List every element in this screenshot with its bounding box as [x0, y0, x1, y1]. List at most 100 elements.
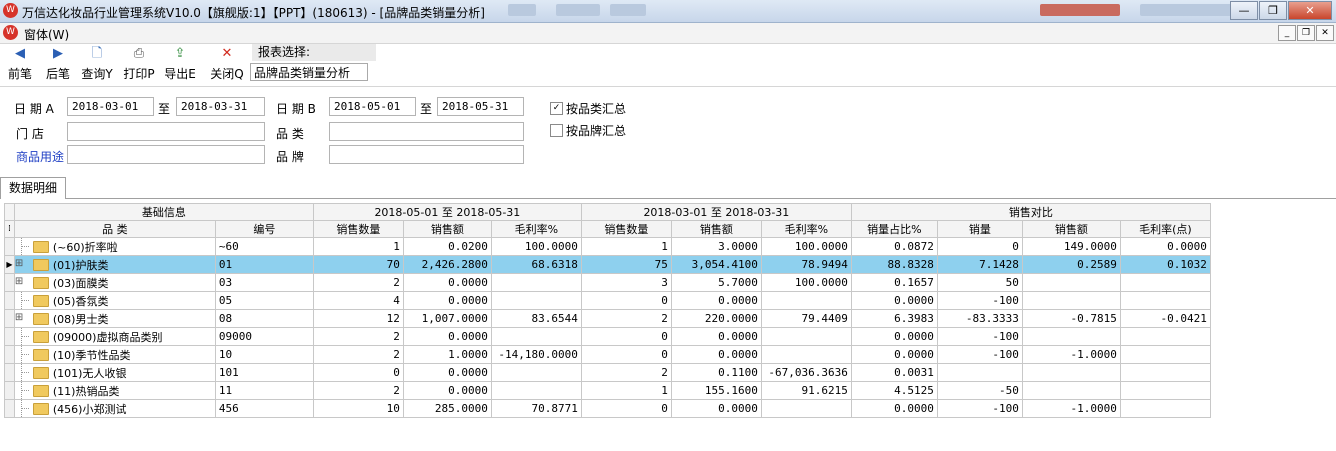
minimize-button[interactable]: —: [1230, 1, 1258, 20]
menu-window[interactable]: 窗体(W): [24, 26, 69, 43]
b-qty-cell[interactable]: 1: [312, 237, 404, 256]
col-header-b-margin[interactable]: 毛利率%: [490, 220, 582, 238]
col-header-qty-share[interactable]: 销量占比%: [850, 220, 938, 238]
diff-margin-cell[interactable]: [1119, 327, 1211, 346]
col-header-diff-qty[interactable]: 销量: [936, 220, 1023, 238]
mdi-minimize-button[interactable]: _: [1278, 25, 1296, 41]
diff-amount-cell[interactable]: [1021, 381, 1121, 400]
diff-margin-cell[interactable]: [1119, 273, 1211, 292]
expand-icon[interactable]: [15, 257, 27, 273]
row-indicator[interactable]: [4, 327, 15, 346]
prev-record-button[interactable]: ◀ 前笔: [0, 46, 40, 82]
qty-share-cell[interactable]: 0.0031: [850, 363, 938, 382]
diff-amount-cell[interactable]: -1.0000: [1021, 345, 1121, 364]
b-qty-cell[interactable]: 70: [312, 255, 404, 274]
b-margin-cell[interactable]: [490, 327, 582, 346]
col-header-code[interactable]: 编号: [214, 220, 314, 238]
diff-margin-cell[interactable]: 0.1032: [1119, 255, 1211, 274]
diff-amount-cell[interactable]: -0.7815: [1021, 309, 1121, 328]
qty-share-cell[interactable]: 0.0000: [850, 345, 938, 364]
b-qty-cell[interactable]: 2: [312, 381, 404, 400]
table-row[interactable]: (03)面膜类 0320.0000 35.7000100.00000.165750: [4, 273, 1211, 292]
export-button[interactable]: ⇪ 导出E: [160, 46, 200, 82]
a-margin-cell[interactable]: [760, 327, 852, 346]
mdi-restore-button[interactable]: ❐: [1297, 25, 1315, 41]
diff-margin-cell[interactable]: [1119, 363, 1211, 382]
b-amount-cell[interactable]: 0.0000: [402, 327, 492, 346]
a-qty-cell[interactable]: 1: [580, 381, 672, 400]
close-button[interactable]: ✕ 关闭Q: [207, 46, 247, 82]
category-cell[interactable]: (03)面膜类: [13, 273, 216, 292]
diff-qty-cell[interactable]: 0: [936, 237, 1023, 256]
diff-qty-cell[interactable]: -100: [936, 345, 1023, 364]
category-cell[interactable]: (05)香氛类: [13, 291, 216, 310]
a-amount-cell[interactable]: 0.0000: [670, 327, 762, 346]
qty-share-cell[interactable]: 0.0872: [850, 237, 938, 256]
b-margin-cell[interactable]: 100.0000: [490, 237, 582, 256]
diff-qty-cell[interactable]: -100: [936, 399, 1023, 418]
a-amount-cell[interactable]: 0.0000: [670, 291, 762, 310]
col-header-a-amount[interactable]: 销售额: [670, 220, 762, 238]
row-indicator[interactable]: [4, 381, 15, 400]
diff-qty-cell[interactable]: -100: [936, 291, 1023, 310]
diff-qty-cell[interactable]: [936, 363, 1023, 382]
col-header-diff-margin[interactable]: 毛利率(点): [1119, 220, 1211, 238]
a-margin-cell[interactable]: 100.0000: [760, 273, 852, 292]
b-amount-cell[interactable]: 0.0000: [402, 363, 492, 382]
mdi-close-button[interactable]: ✕: [1316, 25, 1334, 41]
print-button[interactable]: ⎙ 打印P: [119, 46, 159, 82]
b-amount-cell[interactable]: 285.0000: [402, 399, 492, 418]
a-qty-cell[interactable]: 3: [580, 273, 672, 292]
maximize-button[interactable]: ❐: [1259, 1, 1287, 20]
col-header-b-amount[interactable]: 销售额: [402, 220, 492, 238]
expand-icon[interactable]: [15, 311, 27, 327]
a-qty-cell[interactable]: 0: [580, 345, 672, 364]
row-indicator[interactable]: [4, 237, 15, 256]
report-select-input[interactable]: 品牌品类销量分析: [250, 63, 368, 81]
row-indicator[interactable]: [4, 363, 15, 382]
category-cell[interactable]: (01)护肤类: [13, 255, 216, 274]
store-input[interactable]: [67, 122, 265, 141]
diff-amount-cell[interactable]: [1021, 273, 1121, 292]
a-margin-cell[interactable]: -67,036.3636: [760, 363, 852, 382]
date-a-to-input[interactable]: 2018-03-31: [176, 97, 265, 116]
code-cell[interactable]: 05: [214, 291, 314, 310]
next-record-button[interactable]: ▶ 后笔: [38, 46, 78, 82]
b-amount-cell[interactable]: 2,426.2800: [402, 255, 492, 274]
a-qty-cell[interactable]: 2: [580, 309, 672, 328]
b-qty-cell[interactable]: 2: [312, 273, 404, 292]
qty-share-cell[interactable]: 6.3983: [850, 309, 938, 328]
query-button[interactable]: 🗋 查询Y: [77, 46, 117, 82]
a-margin-cell[interactable]: 79.4409: [760, 309, 852, 328]
diff-amount-cell[interactable]: [1021, 363, 1121, 382]
row-indicator[interactable]: [4, 345, 15, 364]
b-qty-cell[interactable]: 2: [312, 345, 404, 364]
row-indicator[interactable]: [4, 291, 15, 310]
qty-share-cell[interactable]: 4.5125: [850, 381, 938, 400]
col-header-a-qty[interactable]: 销售数量: [580, 220, 672, 238]
diff-margin-cell[interactable]: -0.0421: [1119, 309, 1211, 328]
category-input[interactable]: [329, 122, 524, 141]
b-margin-cell[interactable]: [490, 363, 582, 382]
b-qty-cell[interactable]: 10: [312, 399, 404, 418]
code-cell[interactable]: 456: [214, 399, 314, 418]
table-row[interactable]: (09000)虚拟商品类别 09000 2 0.0000 0 0.0000 0.0000 -1…: [4, 327, 1211, 346]
close-window-button[interactable]: ✕: [1288, 1, 1332, 20]
qty-share-cell[interactable]: 88.8328: [850, 255, 938, 274]
b-margin-cell[interactable]: [490, 273, 582, 292]
category-cell[interactable]: (~60)折率啦: [13, 237, 216, 256]
b-margin-cell[interactable]: 70.8771: [490, 399, 582, 418]
code-cell[interactable]: 101: [214, 363, 314, 382]
diff-qty-cell[interactable]: 50: [936, 273, 1023, 292]
a-margin-cell[interactable]: [760, 291, 852, 310]
b-amount-cell[interactable]: 0.0000: [402, 381, 492, 400]
diff-qty-cell[interactable]: -83.3333: [936, 309, 1023, 328]
category-cell[interactable]: (456)小郑测试: [13, 399, 216, 418]
a-margin-cell[interactable]: 100.0000: [760, 237, 852, 256]
a-margin-cell[interactable]: 78.9494: [760, 255, 852, 274]
code-cell[interactable]: 11: [214, 381, 314, 400]
diff-amount-cell[interactable]: -1.0000: [1021, 399, 1121, 418]
date-b-from-input[interactable]: 2018-05-01: [329, 97, 416, 116]
code-cell[interactable]: 09000: [214, 327, 314, 346]
code-cell[interactable]: 08: [214, 309, 314, 328]
